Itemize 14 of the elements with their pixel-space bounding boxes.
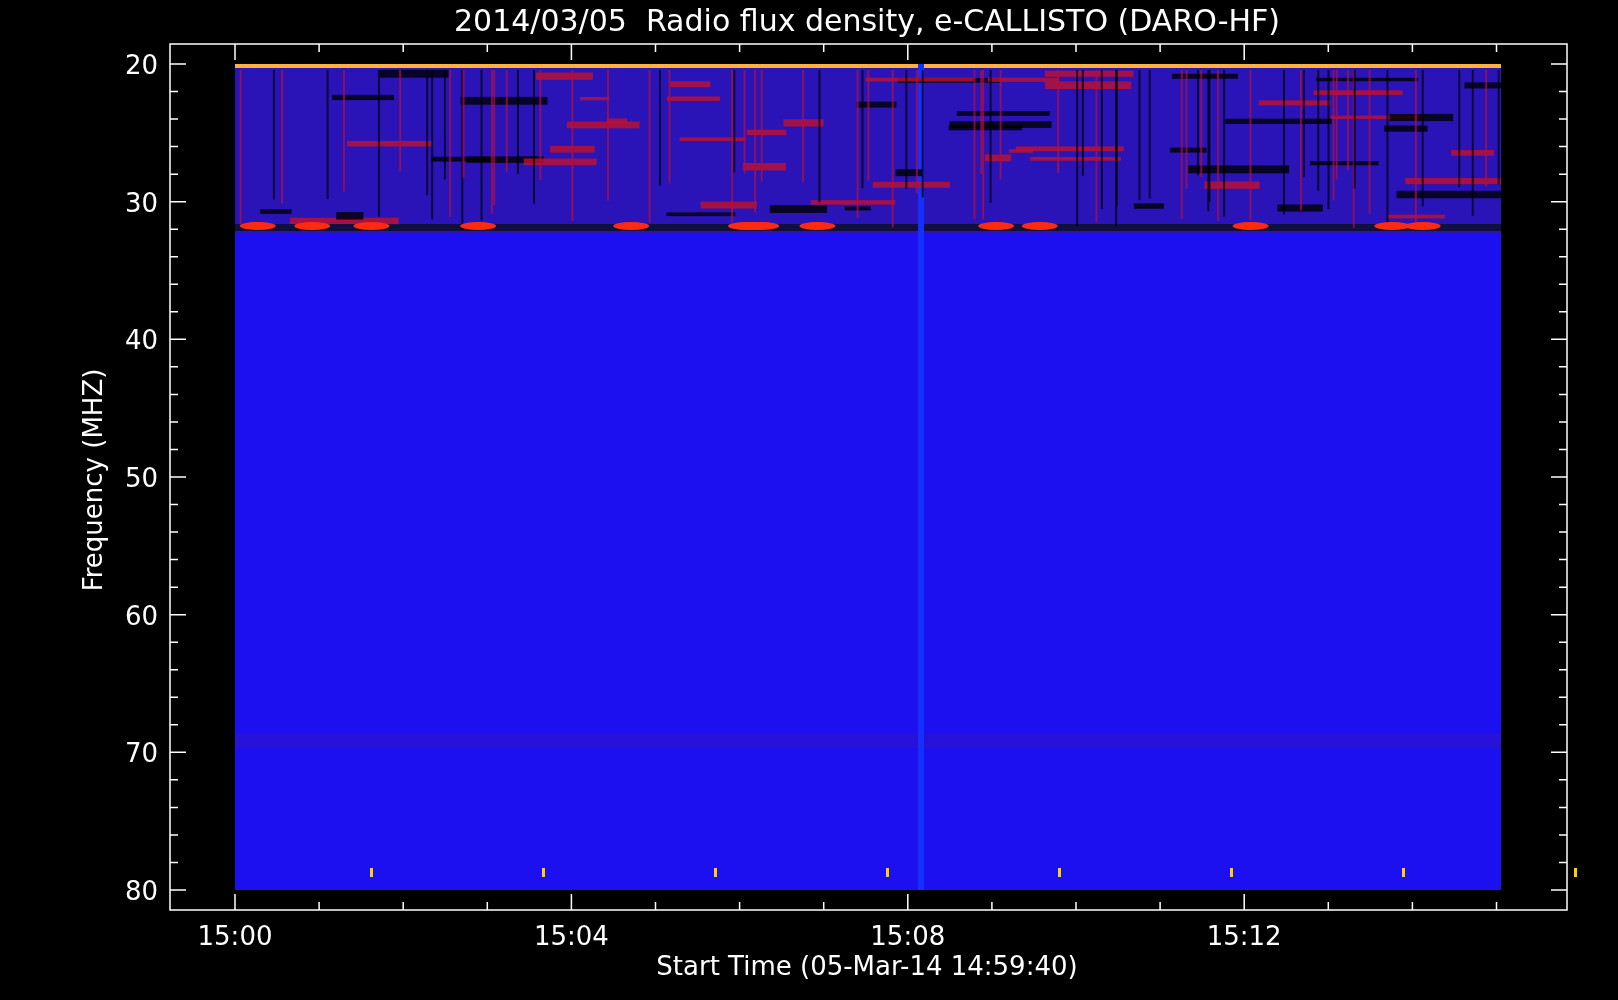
y-tick-label: 20 [124, 50, 158, 80]
y-tick-label: 80 [124, 876, 158, 906]
chart-title: 2014/03/05 Radio flux density, e-CALLISTO (DARO-HF) [453, 3, 1281, 38]
y-tick-label: 70 [124, 738, 158, 769]
x-tick-label: 15:00 [197, 921, 273, 951]
x-tick-label: 15:12 [1206, 921, 1282, 951]
y-tick-label: 30 [124, 187, 158, 218]
y-axis-label: Frequency (MHZ) [78, 368, 108, 592]
y-tick-label: 40 [124, 325, 158, 356]
x-tick-label: 15:08 [870, 921, 946, 951]
y-tick-label: 50 [124, 463, 158, 493]
y-tick-label: 60 [124, 600, 158, 631]
x-tick-label: 15:04 [533, 921, 609, 951]
x-axis-label: Start Time (05-Mar-14 14:59:40) [656, 951, 1078, 981]
